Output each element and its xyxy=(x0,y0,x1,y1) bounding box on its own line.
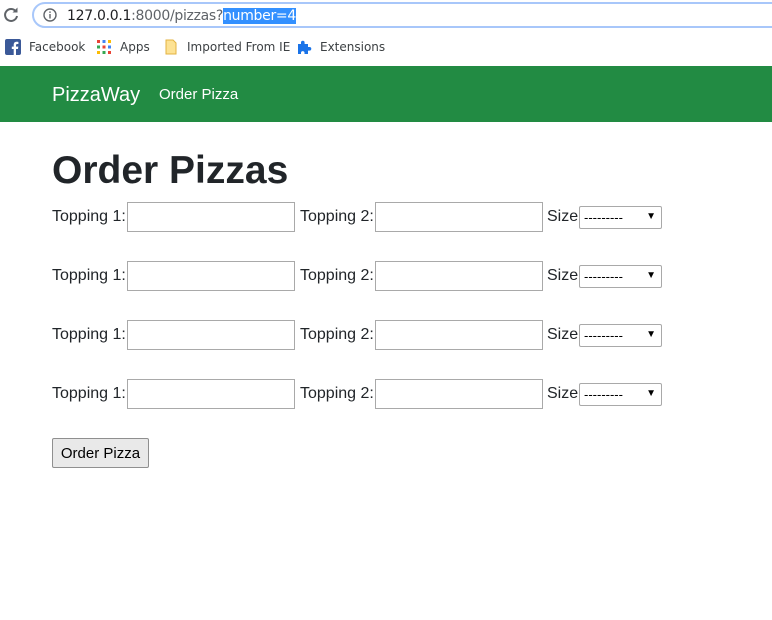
bookmark-apps[interactable]: Apps xyxy=(96,36,150,58)
browser-chrome: 127.0.0.1:8000/pizzas?number=4 Facebook … xyxy=(0,0,772,66)
topping-1-input[interactable] xyxy=(127,202,295,232)
topping-2-input[interactable] xyxy=(375,379,543,409)
nav-link-order-pizza[interactable]: Order Pizza xyxy=(159,86,238,104)
navbar: PizzaWay Order Pizza xyxy=(0,66,772,122)
reload-icon[interactable] xyxy=(2,6,20,24)
size-label: Size: xyxy=(547,208,583,225)
url-path: :8000/pizzas? xyxy=(131,8,224,24)
topping-1-label: Topping 1: xyxy=(52,326,126,343)
dropdown-arrow-icon: ▼ xyxy=(646,329,656,340)
topping-2-input[interactable] xyxy=(375,261,543,291)
bookmark-label: Apps xyxy=(120,40,150,54)
bookmark-label: Extensions xyxy=(320,40,386,54)
size-select-value: --------- xyxy=(584,210,623,225)
dropdown-arrow-icon: ▼ xyxy=(646,388,656,399)
address-bar[interactable]: 127.0.0.1:8000/pizzas?number=4 xyxy=(32,2,772,28)
bookmark-label: Facebook xyxy=(29,40,86,54)
order-pizza-button[interactable]: Order Pizza xyxy=(52,438,149,468)
size-select[interactable]: --------- ▼ xyxy=(579,383,662,406)
dropdown-arrow-icon: ▼ xyxy=(646,211,656,222)
size-label: Size: xyxy=(547,385,583,402)
size-label: Size: xyxy=(547,326,583,343)
pizza-row-1: Topping 1: Topping 2: Size: --------- ▼ xyxy=(52,202,752,232)
navbar-brand[interactable]: PizzaWay xyxy=(52,84,140,106)
pizza-row-4: Topping 1: Topping 2: Size: --------- ▼ xyxy=(52,379,752,409)
apps-grid-icon xyxy=(97,40,111,54)
url-text[interactable]: 127.0.0.1:8000/pizzas?number=4 xyxy=(67,7,296,25)
pizza-row-3: Topping 1: Topping 2: Size: --------- ▼ xyxy=(52,320,752,350)
size-select-value: --------- xyxy=(584,387,623,402)
topping-2-label: Topping 2: xyxy=(300,326,374,343)
url-selected-query: number=4 xyxy=(223,8,296,24)
bookmark-label: Imported From IE xyxy=(187,40,291,54)
size-select-value: --------- xyxy=(584,269,623,284)
url-host: 127.0.0.1 xyxy=(67,8,132,24)
topping-2-input[interactable] xyxy=(375,320,543,350)
puzzle-icon xyxy=(298,40,312,54)
topping-1-input[interactable] xyxy=(127,379,295,409)
bookmark-facebook[interactable]: Facebook xyxy=(5,36,85,58)
size-select[interactable]: --------- ▼ xyxy=(579,265,662,288)
bookmark-extensions[interactable]: Extensions xyxy=(296,36,385,58)
topping-1-label: Topping 1: xyxy=(52,267,126,284)
folder-icon xyxy=(165,39,177,55)
size-select[interactable]: --------- ▼ xyxy=(579,324,662,347)
topping-2-label: Topping 2: xyxy=(300,208,374,225)
dropdown-arrow-icon: ▼ xyxy=(646,270,656,281)
topping-1-label: Topping 1: xyxy=(52,208,126,225)
topping-2-label: Topping 2: xyxy=(300,267,374,284)
pizza-row-2: Topping 1: Topping 2: Size: --------- ▼ xyxy=(52,261,752,291)
info-icon[interactable] xyxy=(43,8,57,22)
bookmarks-bar: Facebook Apps Imported From IE Extension… xyxy=(0,36,772,58)
page-title: Order Pizzas xyxy=(52,149,289,192)
size-label: Size: xyxy=(547,267,583,284)
topping-1-label: Topping 1: xyxy=(52,385,126,402)
bookmark-imported-from-ie[interactable]: Imported From IE xyxy=(163,36,290,58)
facebook-icon xyxy=(5,39,21,55)
topping-2-input[interactable] xyxy=(375,202,543,232)
topping-1-input[interactable] xyxy=(127,320,295,350)
topping-1-input[interactable] xyxy=(127,261,295,291)
size-select[interactable]: --------- ▼ xyxy=(579,206,662,229)
topping-2-label: Topping 2: xyxy=(300,385,374,402)
size-select-value: --------- xyxy=(584,328,623,343)
